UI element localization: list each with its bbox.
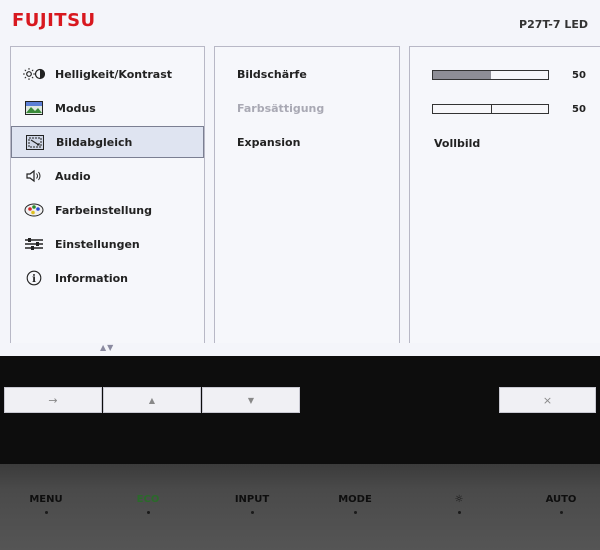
softkey-down-button[interactable]: ▼ [202, 387, 300, 413]
picture-mode-icon [23, 100, 45, 116]
menu-item-audio[interactable]: Audio [11, 160, 204, 192]
sharpness-slider-fill [433, 71, 491, 79]
softkey-bar: → ▲ ▼ × [0, 356, 600, 464]
brightness-contrast-icon [23, 66, 45, 82]
close-icon: × [542, 393, 553, 407]
main-menu: Helligkeit/Kontrast Modus Bildabgleich A… [10, 46, 205, 343]
saturation-value: 50 [572, 104, 586, 115]
menu-item-label: Einstellungen [55, 237, 140, 251]
submenu-panel: Bildschärfe Farbsättigung Expansion [214, 46, 400, 343]
hardware-button-label: MENU [29, 494, 63, 505]
menu-item-mode[interactable]: Modus [11, 92, 204, 124]
mode-hardware-button[interactable]: MODE [315, 494, 395, 514]
submenu-item-saturation: Farbsättigung [237, 102, 325, 115]
submenu-item-expansion[interactable]: Expansion [237, 136, 300, 149]
menu-item-settings[interactable]: Einstellungen [11, 228, 204, 260]
settings-sliders-icon [23, 236, 45, 252]
brightness-hardware-button[interactable]: ☼ [419, 494, 499, 514]
sharpness-value: 50 [572, 70, 586, 81]
hardware-button-label: MODE [338, 494, 372, 505]
eco-hardware-button[interactable]: ECO [108, 494, 188, 514]
submenu-item-sharpness[interactable]: Bildschärfe [237, 68, 307, 81]
auto-hardware-button[interactable]: AUTO [521, 494, 600, 514]
speaker-icon [23, 168, 45, 184]
arrow-up-icon: ▲ [148, 395, 156, 405]
menu-item-label: Modus [55, 101, 96, 115]
svg-text:i: i [32, 274, 36, 285]
sun-icon: ☼ [454, 494, 464, 505]
menu-item-label: Information [55, 271, 128, 285]
scroll-arrows-icon: ▲▼ [100, 343, 115, 352]
menu-item-image-adjust[interactable]: Bildabgleich [11, 126, 204, 158]
menu-item-information[interactable]: i Information [11, 262, 204, 294]
info-icon: i [23, 270, 45, 286]
brand-logo: FUJITSU [12, 10, 96, 31]
saturation-slider [432, 104, 549, 114]
menu-item-label: Bildabgleich [56, 135, 133, 149]
saturation-slider-marker [490, 104, 492, 114]
menu-item-label: Helligkeit/Kontrast [55, 67, 173, 81]
menu-hardware-button[interactable]: MENU [6, 494, 86, 514]
arrow-down-icon: ▼ [247, 395, 255, 405]
image-adjust-icon [24, 134, 46, 150]
color-palette-icon [23, 202, 45, 218]
menu-item-color-setting[interactable]: Farbeinstellung [11, 194, 204, 226]
menu-item-label: Farbeinstellung [55, 203, 152, 217]
expansion-value[interactable]: Vollbild [434, 137, 480, 150]
hardware-button-label: ECO [136, 494, 160, 505]
softkey-up-button[interactable]: ▲ [103, 387, 201, 413]
monitor-bezel: MENU ECO INPUT MODE ☼ AUTO [0, 464, 600, 550]
softkey-enter-button[interactable]: → [4, 387, 102, 413]
menu-item-brightness-contrast[interactable]: Helligkeit/Kontrast [11, 58, 204, 90]
arrow-right-icon: → [48, 393, 58, 407]
hardware-button-label: INPUT [234, 494, 270, 505]
sharpness-slider[interactable] [432, 70, 549, 80]
input-hardware-button[interactable]: INPUT [212, 494, 292, 514]
menu-item-label: Audio [55, 169, 91, 183]
hardware-button-label: AUTO [545, 494, 577, 505]
osd-screen: FUJITSU P27T-7 LED Helligkeit/Kontrast M… [0, 0, 600, 356]
value-panel: 50 50 Vollbild [409, 46, 600, 343]
softkey-close-button[interactable]: × [499, 387, 596, 413]
model-label: P27T-7 LED [519, 18, 588, 31]
